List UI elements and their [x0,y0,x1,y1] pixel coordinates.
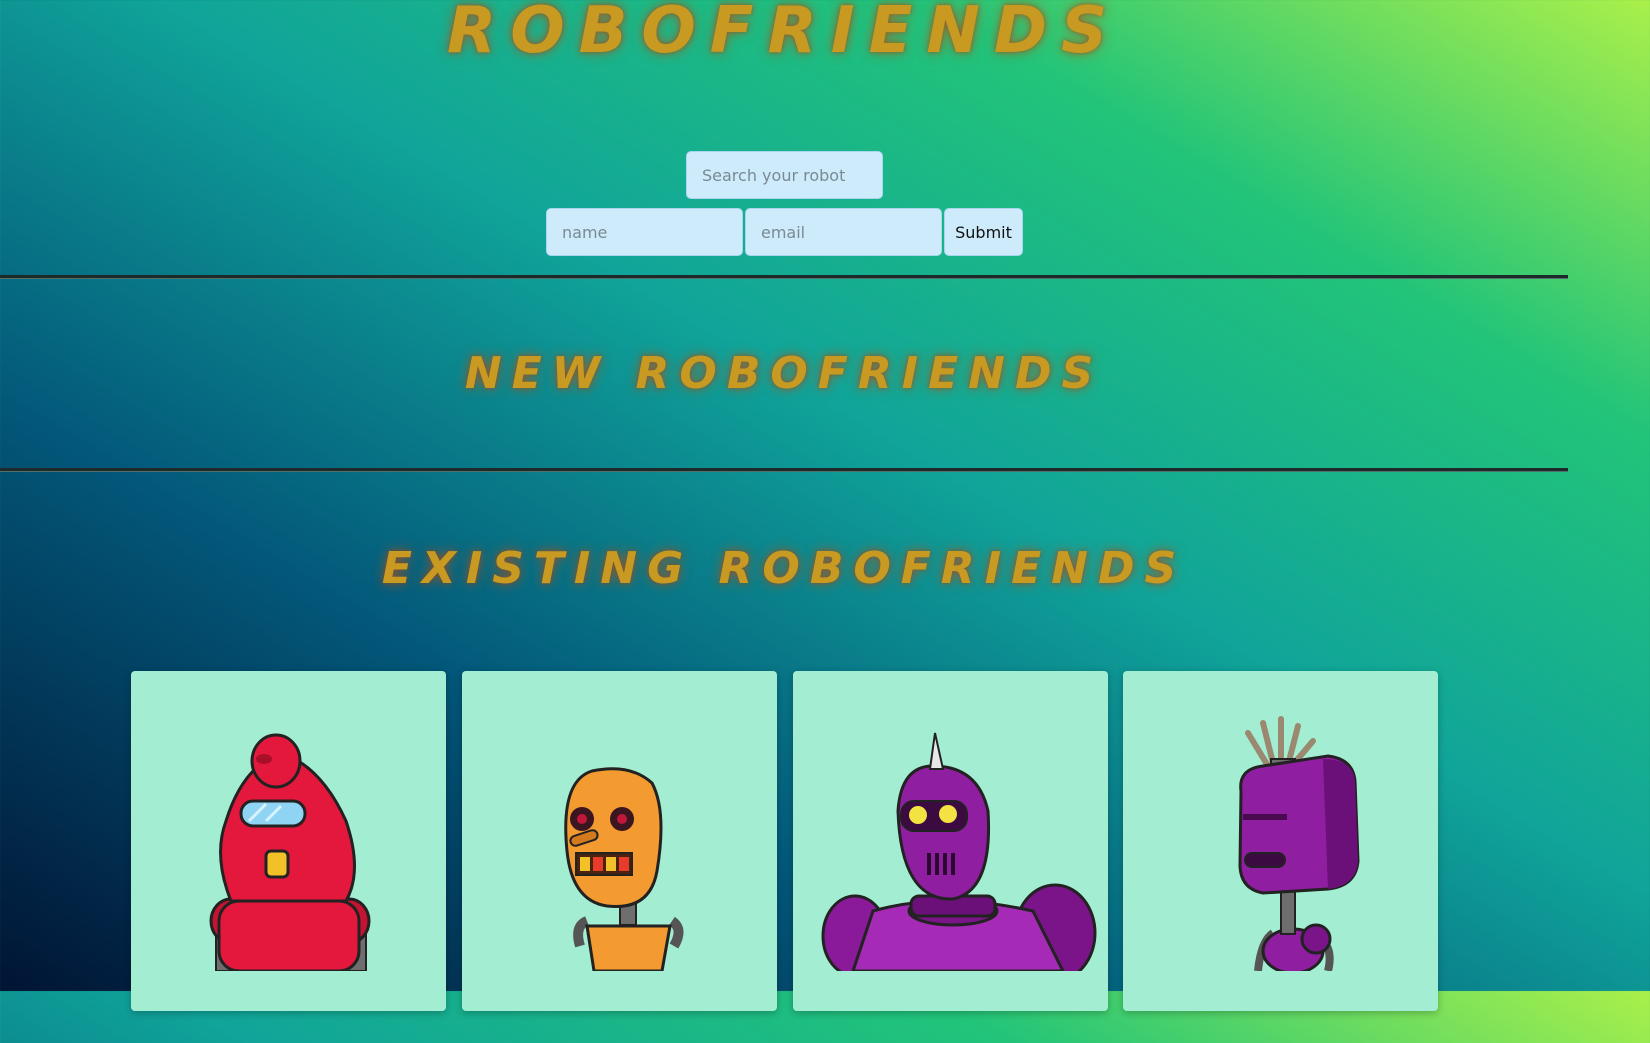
robot-card[interactable] [131,671,446,1011]
red-robot-icon [209,733,371,971]
robot-card[interactable] [793,671,1108,1011]
email-field[interactable] [745,208,942,256]
robot-card[interactable] [1123,671,1438,1011]
orange-robot-icon [564,767,684,971]
section-divider [0,468,1568,472]
section-divider [0,275,1568,279]
name-field[interactable] [546,208,743,256]
app-title: ROBOFRIENDS [446,0,1122,68]
purple-horned-robot-icon [821,732,1097,971]
search-input[interactable] [686,151,883,199]
robot-card[interactable] [462,671,777,1011]
new-robofriends-heading: NEW ROBOFRIENDS [464,348,1104,399]
existing-robofriends-heading: EXISTING ROBOFRIENDS [381,543,1187,594]
submit-button[interactable]: Submit [944,208,1023,256]
purple-antenna-robot-icon [1238,716,1360,971]
